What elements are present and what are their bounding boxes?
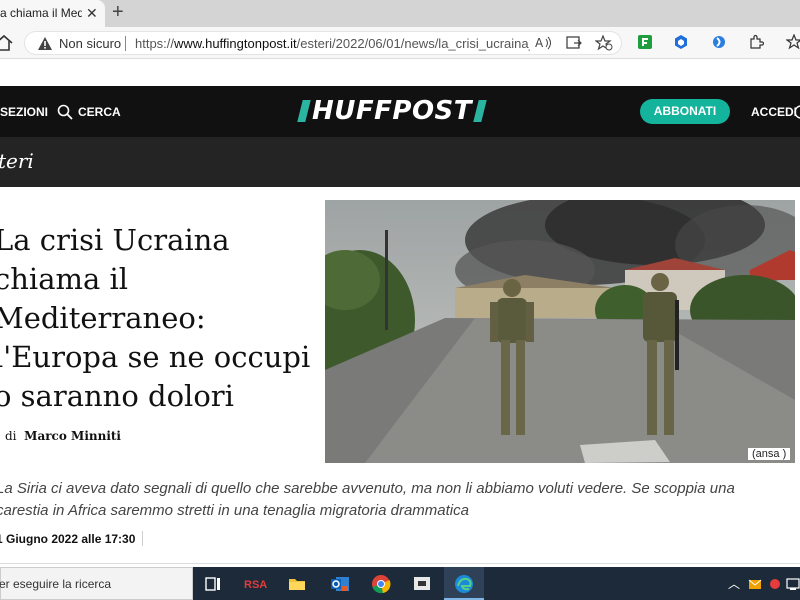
headline-line: Mediterraneo:: [0, 301, 206, 335]
site-header: SEZIONI CERCA HUFFPOST ABBONATI ACCEDI: [0, 86, 800, 137]
section-bar: teri: [0, 137, 800, 187]
read-aloud-icon[interactable]: A: [535, 35, 553, 51]
author-link[interactable]: Marco Minniti: [24, 429, 121, 443]
tab-close-icon[interactable]: ✕: [86, 5, 98, 22]
browser-toolbar: Non sicuro https://www.huffingtonpost.it…: [0, 27, 800, 59]
headline-line: o saranno dolori: [0, 379, 234, 413]
search-icon[interactable]: [57, 104, 73, 120]
summary-line: La Siria ci aveva dato segnali di quello…: [0, 480, 735, 497]
tray-chevron-up-icon[interactable]: ︿: [728, 575, 740, 592]
byline-prefix: di: [5, 429, 17, 443]
headline-line: l'Europa se ne occupi: [0, 340, 311, 374]
edge-icon: [455, 575, 473, 593]
network-tray-icon[interactable]: [786, 574, 800, 594]
address-divider: [125, 36, 126, 51]
article-divider: [0, 563, 800, 564]
url-prefix: https://: [135, 36, 175, 51]
warning-icon[interactable]: [37, 36, 53, 51]
logo-bar-right: [473, 100, 487, 122]
url-text[interactable]: https://www.huffingtonpost.it/esteri/202…: [135, 36, 530, 51]
date-divider: [142, 531, 143, 546]
headline-line: La crisi Ucraina: [0, 223, 230, 257]
extension-cube-icon[interactable]: [673, 34, 689, 50]
tab-strip: a chiama il Mediter ✕ +: [0, 0, 800, 27]
user-icon[interactable]: [794, 105, 800, 119]
taskbar-search-box[interactable]: er eseguire la ricerca: [0, 567, 193, 600]
app-window-icon[interactable]: [412, 574, 432, 594]
file-explorer-icon[interactable]: [287, 574, 307, 594]
extensions-puzzle-icon[interactable]: [748, 34, 764, 50]
task-view-icon[interactable]: [203, 574, 223, 594]
article-photo-image: [325, 200, 795, 463]
summary-line: carestia in Africa saremmo stretti in un…: [0, 502, 469, 519]
browser-tab[interactable]: a chiama il Mediter ✕: [0, 0, 105, 27]
taskbar-active-edge[interactable]: [444, 567, 484, 600]
favorites-icon[interactable]: [786, 34, 800, 50]
extension-green-icon[interactable]: [637, 34, 653, 50]
new-tab-button[interactable]: +: [112, 2, 124, 22]
byline: di Marco Minniti: [5, 429, 121, 443]
rsa-label: RSA: [244, 579, 267, 591]
sections-menu-button[interactable]: SEZIONI: [0, 105, 48, 119]
home-icon[interactable]: [0, 33, 14, 53]
taskbar: er eseguire la ricerca RSA ︿: [0, 567, 800, 600]
svg-text:A: A: [535, 36, 544, 50]
headline-line: chiama il: [0, 262, 129, 296]
security-label[interactable]: Non sicuro: [59, 36, 121, 51]
extension-blue-icon[interactable]: [711, 34, 727, 50]
article-summary: La Siria ci aveva dato segnali di quello…: [0, 478, 786, 522]
address-bar[interactable]: Non sicuro https://www.huffingtonpost.it…: [24, 31, 622, 55]
login-button[interactable]: ACCEDI: [751, 105, 797, 119]
url-path: /esteri/2022/06/01/news/la_crisi_ucraina…: [296, 36, 530, 51]
logo-text: HUFFPOST: [312, 96, 473, 126]
publish-date: 1 Giugno 2022 alle 17:30: [0, 532, 136, 546]
url-domain: www.huffingtonpost.it: [174, 36, 297, 51]
mail-tray-icon[interactable]: [748, 574, 762, 594]
favorites-add-icon[interactable]: [595, 35, 613, 51]
chrome-icon[interactable]: [371, 574, 391, 594]
huffpost-logo[interactable]: HUFFPOST: [297, 96, 487, 126]
article-photo: [325, 200, 795, 463]
photo-credit: (ansa ): [748, 448, 791, 460]
logo-bar-left: [297, 100, 311, 122]
section-title[interactable]: teri: [0, 149, 34, 173]
security-tray-icon[interactable]: [768, 574, 782, 594]
taskbar-search-placeholder: er eseguire la ricerca: [0, 577, 112, 591]
tab-title: a chiama il Mediter: [0, 6, 82, 20]
article-headline: La crisi Ucraina chiama il Mediterraneo:…: [0, 221, 314, 416]
app-available-icon[interactable]: [565, 35, 583, 51]
rsa-app-icon[interactable]: RSA: [243, 574, 271, 594]
outlook-icon[interactable]: [330, 574, 350, 594]
subscribe-button[interactable]: ABBONATI: [640, 99, 730, 124]
search-button[interactable]: CERCA: [78, 105, 121, 119]
